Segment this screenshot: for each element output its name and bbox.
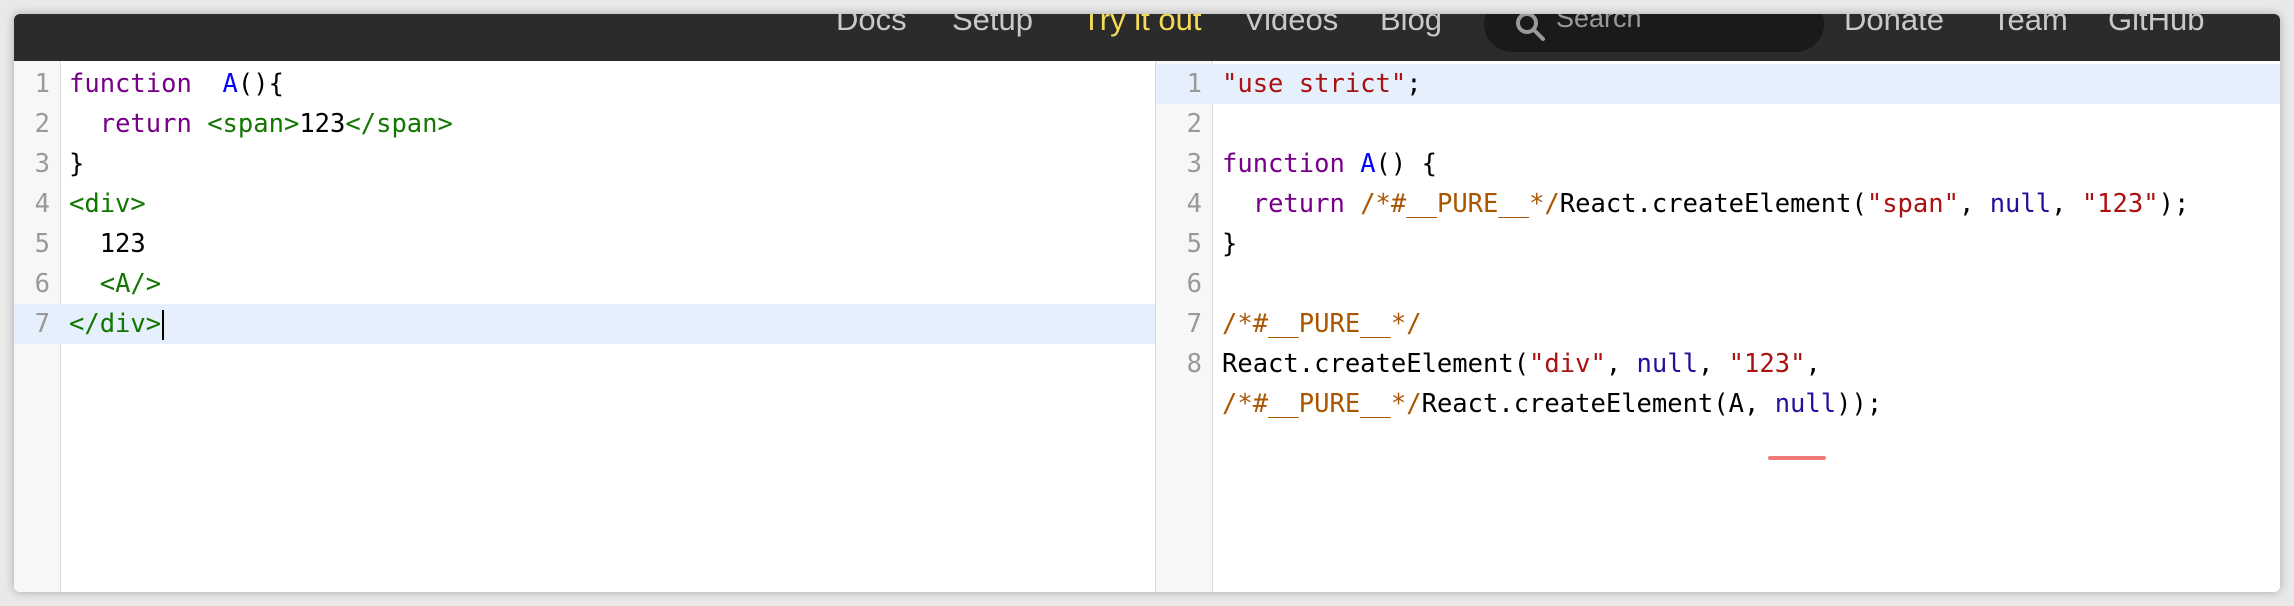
search-placeholder: Search xyxy=(1556,14,1642,33)
code-text: } xyxy=(69,149,85,179)
error-squiggle xyxy=(1768,456,1826,460)
search-input[interactable]: Search xyxy=(1484,14,1824,52)
line-number: 5 xyxy=(1186,229,1202,259)
code-line[interactable]: 5 123 xyxy=(14,224,1155,264)
code-text: <div> xyxy=(69,189,146,219)
code-line[interactable]: 2 return <span>123</span> xyxy=(14,104,1155,144)
code-line[interactable]: 8 React.createElement("div", null, "123", xyxy=(1156,344,2280,384)
line-number: 5 xyxy=(34,229,50,259)
code-text: React.createElement("div", null, "123", xyxy=(1222,349,1821,379)
code-line[interactable]: 6 <A/> xyxy=(14,264,1155,304)
code-text: /*#__PURE__*/ xyxy=(1222,309,1422,339)
code-line[interactable]: 7 </div> xyxy=(14,304,1155,344)
output-editor[interactable]: 1 "use strict"; 2 3 function A() { 4 return /… xyxy=(1156,61,2280,592)
line-number: 6 xyxy=(34,269,50,299)
code-text: <A/> xyxy=(99,269,162,299)
nav-donate[interactable]: Donate xyxy=(1844,14,1944,38)
repl-window: Docs Setup Try it out Videos Blog Search… xyxy=(14,14,2280,592)
code-text: "use strict"; xyxy=(1222,69,1422,99)
line-number: 6 xyxy=(1186,269,1202,299)
nav-team[interactable]: Team xyxy=(1992,14,2068,38)
line-number: 7 xyxy=(34,309,50,339)
code-line[interactable]: 3 function A() { xyxy=(1156,144,2280,184)
source-editor[interactable]: 1 function A(){2 return <span>123</span> 3… xyxy=(14,61,1156,592)
line-number: 2 xyxy=(1186,109,1202,139)
line-number: 3 xyxy=(1186,149,1202,179)
code-line[interactable]: 3} xyxy=(14,144,1155,184)
code-line[interactable]: 2 xyxy=(1156,104,2280,144)
line-number: 3 xyxy=(34,149,50,179)
code-line[interactable]: 4 <div> xyxy=(14,184,1155,224)
code-line[interactable]: 1 function A(){ xyxy=(14,64,1155,104)
line-number: 4 xyxy=(34,189,50,219)
line-number: 1 xyxy=(34,69,50,99)
code-text: 123 xyxy=(69,229,146,259)
line-number: 8 xyxy=(1186,349,1202,379)
nav-videos[interactable]: Videos xyxy=(1244,14,1338,38)
nav-setup[interactable]: Setup xyxy=(952,14,1033,38)
line-number: 1 xyxy=(1186,69,1202,99)
code-text: function A() { xyxy=(1222,149,1437,179)
code-line[interactable]: 5} xyxy=(1156,224,2280,264)
code-line[interactable]: /*#__PURE__*/React.createElement(A, null… xyxy=(1156,384,2280,424)
nav-try-it-out[interactable]: Try it out xyxy=(1082,14,1201,38)
nav-blog[interactable]: Blog xyxy=(1380,14,1442,38)
code-line[interactable]: 4 return /*#__PURE__*/React.createElemen… xyxy=(1156,184,2280,224)
code-text: } xyxy=(1222,229,1238,259)
line-number: 7 xyxy=(1186,309,1202,339)
code-line[interactable]: 7 /*#__PURE__*/ xyxy=(1156,304,2280,344)
code-text: return <span>123</span> xyxy=(99,109,453,139)
search-icon xyxy=(1516,14,1545,41)
nav-docs[interactable]: Docs xyxy=(836,14,907,38)
top-navbar: Docs Setup Try it out Videos Blog Search… xyxy=(14,14,2280,61)
code-line[interactable]: 6 xyxy=(1156,264,2280,304)
code-line[interactable]: 1 "use strict"; xyxy=(1156,64,2280,104)
code-text: </div> xyxy=(69,304,165,344)
text-cursor xyxy=(162,310,165,340)
code-text: return /*#__PURE__*/React.createElement(… xyxy=(1252,189,2190,219)
code-text: function A(){ xyxy=(69,69,284,99)
nav-github[interactable]: GitHub xyxy=(2108,14,2204,38)
code-text: /*#__PURE__*/React.createElement(A, null… xyxy=(1222,389,1883,419)
line-number: 2 xyxy=(34,109,50,139)
line-number: 4 xyxy=(1186,189,1202,219)
